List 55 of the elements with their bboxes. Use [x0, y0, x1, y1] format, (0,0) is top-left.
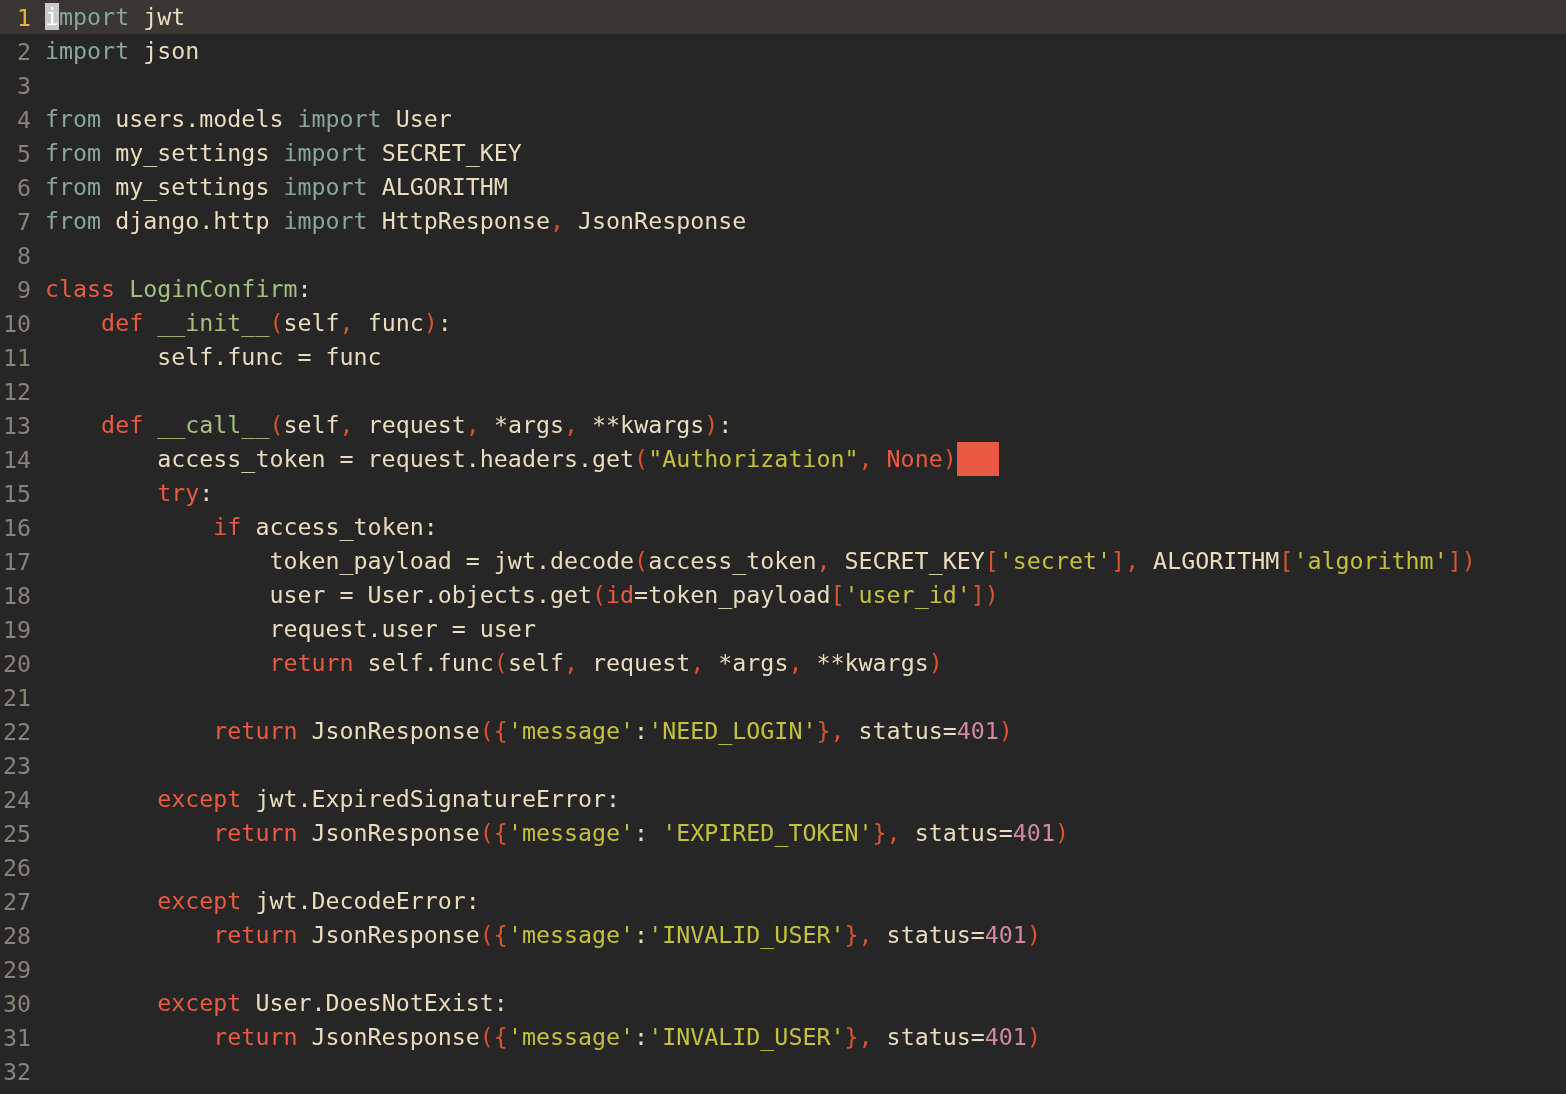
code-line: return JsonResponse({'message':'INVALID_USER'}, status=401) — [212, 1022, 1041, 1053]
line-number: 24 — [1, 785, 31, 813]
code-line: class LoginConfirm: — [45, 274, 312, 304]
code-line: return JsonResponse({'message':'INVALID_USER'}, status=401) — [212, 920, 1041, 951]
code-line: from my_settings import ALGORITHM — [45, 172, 508, 203]
line-number: 27 — [1, 887, 31, 915]
code-line: except User.DoesNotExist: — [156, 988, 508, 1018]
code-line: try: — [156, 478, 214, 508]
code-line: except jwt.ExpiredSignatureError: — [156, 784, 621, 814]
line-number: 6 — [15, 173, 31, 201]
line-number: 25 — [1, 819, 31, 847]
line-number: 28 — [1, 921, 31, 949]
code-line: from django.http import HttpResponse, JsonResponse — [45, 206, 747, 236]
code-line: from users.models import User — [45, 104, 452, 134]
code-line: return JsonResponse({'message':'NEED_LOGIN'}, status=401) — [212, 716, 1013, 747]
code-line: def __init__(self, func): — [100, 308, 452, 339]
code-line: self.func = func — [156, 342, 382, 372]
line-number: 11 — [1, 343, 31, 371]
line-number: 13 — [1, 411, 31, 439]
code-line: from my_settings import SECRET_KEY — [45, 138, 522, 169]
line-number: 17 — [1, 547, 31, 575]
line-number: 2 — [15, 37, 31, 65]
code-line: def __call__(self, request, *args, **kwargs): — [100, 410, 733, 441]
line-number: 26 — [1, 853, 31, 881]
code-line: if access_token: — [212, 512, 438, 543]
code-line: user = User.objects.get(id=token_payload['user_id']) — [268, 580, 999, 611]
line-number: 3 — [15, 71, 31, 99]
code-line: return JsonResponse({'message': 'EXPIRED_TOKEN'}, status=401) — [212, 818, 1069, 849]
line-number: 1 — [15, 3, 31, 31]
line-number: 18 — [1, 581, 31, 609]
line-number: 15 — [1, 479, 31, 507]
line-number: 30 — [1, 989, 31, 1017]
line-number: 14 — [1, 445, 31, 473]
code-line: except jwt.DecodeError: — [156, 886, 480, 916]
line-number: 23 — [1, 751, 31, 779]
line-number: 29 — [1, 955, 31, 983]
line-number: 16 — [1, 513, 31, 541]
code-line: token_payload = jwt.decode(access_token, SECRET_KEY['secret'], ALGORITHM['algorithm']) — [268, 546, 1476, 577]
code-line: import json — [45, 36, 200, 66]
line-number: 7 — [15, 207, 31, 235]
line-number: 4 — [15, 105, 31, 133]
code-line: access_token = request.headers.get("Authorization", None) — [156, 444, 957, 475]
line-number: 10 — [1, 309, 31, 337]
line-number: 31 — [1, 1023, 31, 1051]
line-number: 5 — [15, 139, 31, 167]
line-number: 19 — [1, 615, 31, 643]
code-line: request.user = user — [268, 614, 536, 644]
line-number: 32 — [1, 1057, 31, 1085]
line-number: 12 — [1, 377, 31, 405]
line-number: 21 — [1, 683, 31, 711]
code-line: return self.func(self, request, *args, **kwargs) — [268, 648, 943, 678]
line-number: 20 — [1, 649, 31, 677]
line-number: 22 — [1, 717, 31, 745]
line-number: 8 — [15, 241, 31, 269]
line-number: 9 — [15, 275, 31, 303]
